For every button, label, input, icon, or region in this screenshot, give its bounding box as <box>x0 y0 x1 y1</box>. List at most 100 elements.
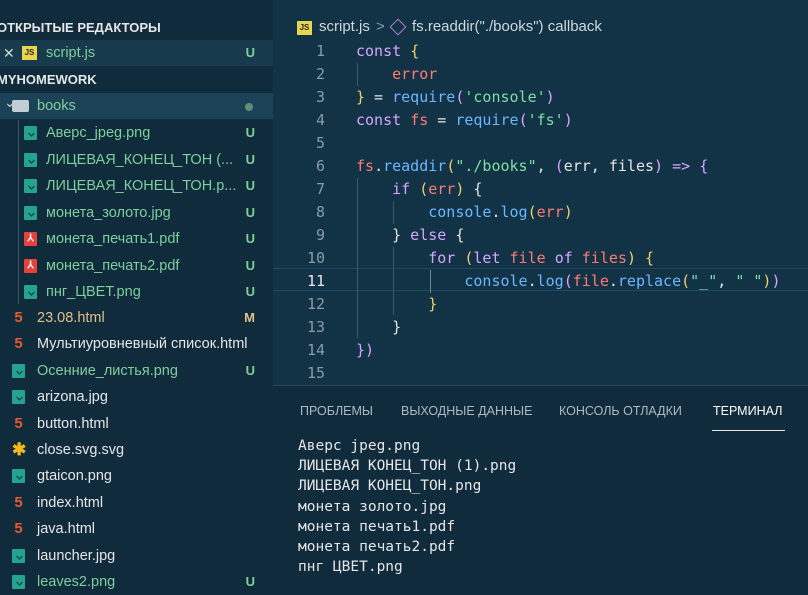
modified-dot <box>245 103 253 111</box>
breadcrumb-file[interactable]: script.js <box>319 18 370 35</box>
active-tab-indicator <box>712 430 785 431</box>
terminal-output-line: Аверс jpeg.png <box>298 438 421 454</box>
file-label: gtaicon.png <box>37 468 112 485</box>
code-editor[interactable]: JS script.js > fs.readdir("./books") cal… <box>273 0 808 385</box>
image-file-icon <box>24 285 37 299</box>
code-text: console.log(file.replace("_", " ")) <box>464 272 781 290</box>
file-label: arizona.jpg <box>37 389 108 406</box>
file-label: монета_золото.jpg <box>46 204 171 221</box>
code-line: 10 for (let file of files) { <box>273 247 808 270</box>
status-badge: U <box>245 45 255 60</box>
file-item[interactable]: пнг_ЦВЕТ.png U <box>0 279 273 305</box>
code-line: 3 } = require('console') <box>273 86 808 109</box>
line-number: 3 <box>315 88 325 106</box>
file-label: close.svg.svg <box>37 442 125 458</box>
image-file-icon <box>12 363 25 378</box>
file-item[interactable]: 5 button.html <box>0 411 273 437</box>
image-file-icon <box>12 575 25 589</box>
file-item[interactable]: ЛИЦЕВАЯ_КОНЕЦ_ТОН (... U <box>0 147 273 173</box>
line-number: 11 <box>306 272 325 290</box>
git-status-badge: U <box>245 125 255 140</box>
code-text: const fs = require('fs') <box>356 111 573 129</box>
terminal-output-line: ЛИЦЕВАЯ КОНЕЦ_ТОН (1).png <box>298 458 517 475</box>
line-number: 2 <box>315 65 325 83</box>
code-line: 14}) <box>273 339 808 362</box>
file-item[interactable]: ⅄ монета_печать2.pdf U <box>0 253 273 279</box>
file-item[interactable]: ЛИЦЕВАЯ_КОНЕЦ_ТОН.p... U <box>0 173 273 199</box>
code-line: 13 } <box>273 316 808 339</box>
git-status-badge: U <box>245 284 255 299</box>
code-line: 15 <box>273 362 808 385</box>
pdf-file-icon: ⅄ <box>24 232 37 246</box>
file-item[interactable]: leaves2.png U <box>0 569 273 594</box>
file-item[interactable]: launcher.jpg <box>0 543 273 569</box>
code-line: 2 error <box>273 63 808 86</box>
file-label: index.html <box>37 494 104 511</box>
terminal-output-line: ЛИЦЕВАЯ КОНЕЦ_ТОН.png <box>298 478 482 495</box>
code-line: 4 const fs = require('fs') <box>273 109 808 132</box>
file-label: Аверс_jpeg.png <box>46 125 151 141</box>
html-file-icon: 5 <box>14 493 23 511</box>
file-item[interactable]: 5 23.08.html M <box>0 305 273 331</box>
code-line: 9 } else { <box>273 224 808 247</box>
file-item[interactable]: ⅄ монета_печать1.pdf U <box>0 226 273 252</box>
code-text: } = require('console') <box>356 88 555 106</box>
file-item[interactable]: Осенние_листья.png U <box>0 358 273 384</box>
code-line: 6 fs.readdir("./books", (err, files) => { <box>273 155 808 178</box>
breadcrumb-symbol[interactable]: fs.readdir("./books") callback <box>412 18 602 35</box>
close-icon[interactable]: ✕ <box>3 40 15 66</box>
line-number: 5 <box>315 134 325 152</box>
tab-output[interactable]: ВЫХОДНЫЕ ДАННЫЕ <box>401 404 532 418</box>
code-line: 11 console.log(file.replace("_", " ")) <box>273 270 808 293</box>
image-file-icon <box>12 390 25 405</box>
tab-debug-console[interactable]: КОНСОЛЬ ОТЛАДКИ <box>559 404 682 418</box>
file-label: монета_печать1.pdf <box>46 231 180 247</box>
file-item[interactable]: 5 Мультиуровневный список.html <box>0 331 273 357</box>
file-label: ЛИЦЕВАЯ_КОНЕЦ_ТОН.p... <box>46 178 237 194</box>
file-item[interactable]: монета_золото.jpg U <box>0 200 273 226</box>
open-editor-item[interactable]: ✕ JS script.js U <box>0 40 273 66</box>
html-file-icon: 5 <box>14 309 23 326</box>
terminal-output-line: пнг ЦВЕТ.png <box>298 559 403 576</box>
breadcrumb: JS script.js > fs.readdir("./books") cal… <box>273 16 808 40</box>
line-number: 10 <box>306 249 325 267</box>
code-text: } else { <box>392 226 465 244</box>
code-line: 8 console.log(err) <box>273 201 808 224</box>
line-number: 14 <box>306 341 325 359</box>
terminal-output-line: монета печать1.pdf <box>298 518 456 535</box>
code-text: } <box>392 318 402 336</box>
file-item[interactable]: 5 index.html <box>0 490 273 516</box>
file-item[interactable]: ✱ close.svg.svg <box>0 437 273 463</box>
code-line: 5 <box>273 132 808 155</box>
workspace-header[interactable]: MYHOMEWORK <box>0 68 270 92</box>
git-status-badge: M <box>244 310 255 325</box>
tab-problems[interactable]: ПРОБЛЕМЫ <box>300 404 373 418</box>
file-item[interactable]: arizona.jpg <box>0 384 273 410</box>
line-number: 9 <box>315 226 325 244</box>
code-text: }) <box>356 341 375 359</box>
folder-books[interactable]: ⌄ books <box>0 93 273 119</box>
image-file-icon <box>24 179 37 193</box>
file-label: Мультиуровневный список.html <box>37 336 248 353</box>
file-label: монета_печать2.pdf <box>46 257 180 274</box>
code-text: error <box>392 65 438 83</box>
pdf-file-icon: ⅄ <box>24 258 37 273</box>
bottom-panel: ПРОБЛЕМЫ ВЫХОДНЫЕ ДАННЫЕ КОНСОЛЬ ОТЛАДКИ ТЕ… <box>273 385 808 595</box>
tab-terminal[interactable]: ТЕРМИНАЛ <box>713 404 782 418</box>
file-label: ЛИЦЕВАЯ_КОНЕЦ_ТОН (... <box>46 151 234 168</box>
file-label: пнг_ЦВЕТ.png <box>46 284 141 300</box>
breadcrumb-separator: > <box>376 18 385 35</box>
open-editors-header[interactable]: ОТКРЫТЫЕ РЕДАКТОРЫ <box>0 16 270 40</box>
code-text: const { <box>356 42 420 60</box>
git-status-badge: U <box>245 257 255 273</box>
file-label: Осенние_листья.png <box>37 362 178 379</box>
file-item[interactable]: Аверс_jpeg.png U <box>0 120 273 146</box>
file-item[interactable]: 5 java.html <box>0 516 273 542</box>
file-item[interactable]: gtaicon.png <box>0 463 273 489</box>
git-status-badge: U <box>245 151 255 167</box>
code-text: fs.readdir("./books", (err, files) => { <box>356 157 709 175</box>
git-status-badge: U <box>245 362 255 378</box>
html-file-icon: 5 <box>14 520 23 538</box>
code-text: console.log(err) <box>428 203 573 221</box>
open-editor-label: script.js <box>46 45 96 61</box>
